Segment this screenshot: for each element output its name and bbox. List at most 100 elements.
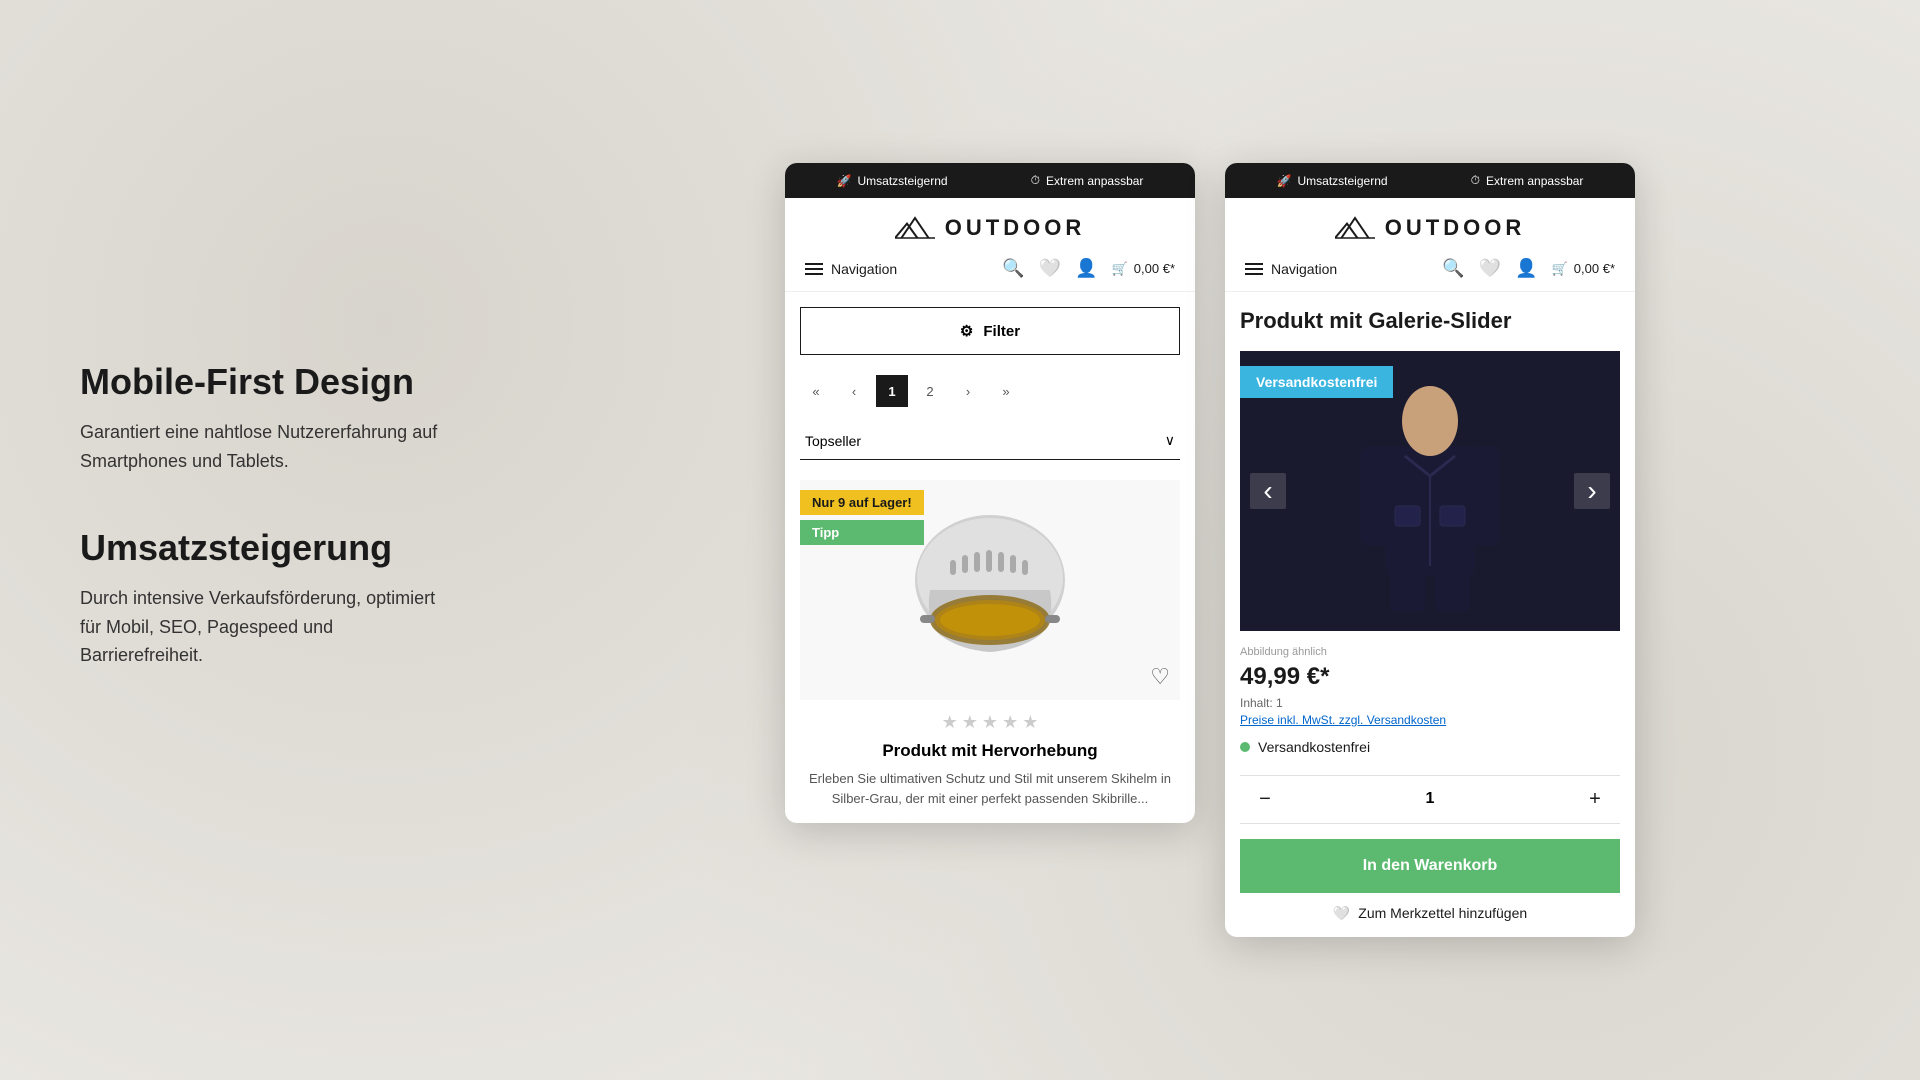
page-first[interactable]: « <box>800 375 832 407</box>
phone2-topbar-label1: Umsatzsteigernd <box>1298 174 1388 188</box>
cart-icon: 🛒 <box>1112 261 1128 277</box>
jacket-image <box>1340 366 1520 616</box>
wishlist-icon-2[interactable]: 🤍 <box>1479 258 1501 279</box>
hamburger-icon-2 <box>1245 263 1263 275</box>
topbar-item1: 🚀 Umsatzsteigernd <box>837 174 948 188</box>
product-desc: Erleben Sie ultimativen Schutz und Stil … <box>800 769 1180 808</box>
wishlist-icon[interactable]: 🤍 <box>1039 258 1061 279</box>
sort-label: Topseller <box>805 433 861 449</box>
left-content: Mobile-First Design Garantiert eine naht… <box>0 300 500 780</box>
product-stars: ★ ★ ★ ★ ★ <box>800 712 1180 733</box>
product-card-1: Nur 9 auf Lager! Tipp <box>800 480 1180 808</box>
phone2-body: Produkt mit Galerie-Slider Versandkosten… <box>1225 292 1635 937</box>
section-mobile-first: Mobile-First Design Garantiert eine naht… <box>80 360 440 476</box>
star-4: ★ <box>1002 712 1018 733</box>
star-2: ★ <box>962 712 978 733</box>
mountain-icon <box>895 213 935 243</box>
star-3: ★ <box>982 712 998 733</box>
badge-tipp: Tipp <box>800 520 924 545</box>
phone2-logo-text: OUTDOOR <box>1385 215 1525 241</box>
filter-icon: ⚙ <box>960 322 973 340</box>
cart-button-2[interactable]: 🛒 0,00 €* <box>1552 261 1615 277</box>
phone2-header: OUTDOOR Navigation 🔍 🤍 👤 🛒 0,00 €* <box>1225 198 1635 292</box>
phone1-nav-icons: 🔍 🤍 👤 🛒 0,00 €* <box>1002 258 1175 279</box>
qty-decrease[interactable]: − <box>1250 788 1280 811</box>
phone2-logo: OUTDOOR <box>1335 213 1525 243</box>
rocket-icon: 🚀 <box>837 174 852 188</box>
wishlist-heart-icon: 🤍 <box>1333 905 1350 922</box>
page-last[interactable]: » <box>990 375 1022 407</box>
phone1-nav-menu[interactable]: Navigation <box>805 261 897 277</box>
pagination: « ‹ 1 2 › » <box>800 375 1180 407</box>
phone2-mockup: 🚀 Umsatzsteigernd ⏱ Extrem anpassbar OUT… <box>1225 163 1635 937</box>
phone2-nav-label: Navigation <box>1271 261 1337 277</box>
page-1[interactable]: 1 <box>876 375 908 407</box>
phone1-nav-bar: Navigation 🔍 🤍 👤 🛒 0,00 €* <box>805 258 1175 291</box>
section2-title: Umsatzsteigerung <box>80 526 440 569</box>
phone2-topbar-label2: Extrem anpassbar <box>1486 174 1583 188</box>
filter-label: Filter <box>983 323 1020 340</box>
chevron-down-icon: ∨ <box>1165 432 1175 449</box>
product2-title: Produkt mit Galerie-Slider <box>1240 307 1620 336</box>
star-1: ★ <box>942 712 958 733</box>
phone1-logo-text: OUTDOOR <box>945 215 1085 241</box>
product-title: Produkt mit Hervorhebung <box>800 741 1180 761</box>
search-icon-2[interactable]: 🔍 <box>1442 258 1464 279</box>
section1-desc: Garantiert eine nahtlose Nutzererfahrung… <box>80 418 440 476</box>
add-to-cart-button[interactable]: In den Warenkorb <box>1240 839 1620 893</box>
search-icon[interactable]: 🔍 <box>1002 258 1024 279</box>
gallery-slider: Versandkostenfrei ‹ <box>1240 351 1620 631</box>
filter-bar[interactable]: ⚙ Filter <box>800 307 1180 355</box>
account-icon[interactable]: 👤 <box>1075 258 1097 279</box>
phones-container: 🚀 Umsatzsteigernd ⏱ Extrem anpassbar OUT… <box>500 143 1920 937</box>
topbar-item2: ⏱ Extrem anpassbar <box>1031 173 1144 188</box>
product2-price: 49,99 €* <box>1240 663 1620 691</box>
clock-icon: ⏱ <box>1031 173 1040 188</box>
mountain-icon-2 <box>1335 213 1375 243</box>
phone1-mockup: 🚀 Umsatzsteigernd ⏱ Extrem anpassbar OUT… <box>785 163 1195 823</box>
free-ship-row: Versandkostenfrei <box>1240 739 1620 755</box>
free-shipping-badge: Versandkostenfrei <box>1240 366 1393 398</box>
sort-dropdown[interactable]: Topseller ∨ <box>800 422 1180 460</box>
rocket-icon-2: 🚀 <box>1277 174 1292 188</box>
phone2-topbar-item1: 🚀 Umsatzsteigernd <box>1277 174 1388 188</box>
figure-note: Abbildung ähnlich <box>1240 646 1620 658</box>
qty-value: 1 <box>1426 790 1435 808</box>
phone1-topbar: 🚀 Umsatzsteigernd ⏱ Extrem anpassbar <box>785 163 1195 198</box>
phone1-body: ⚙ Filter « ‹ 1 2 › » Topseller ∨ Nur 9 a… <box>785 292 1195 823</box>
free-ship-dot <box>1240 742 1250 752</box>
tax-link[interactable]: Preise inkl. MwSt. zzgl. Versandkosten <box>1240 713 1620 727</box>
phone2-topbar: 🚀 Umsatzsteigernd ⏱ Extrem anpassbar <box>1225 163 1635 198</box>
section1-title: Mobile-First Design <box>80 360 440 403</box>
topbar-label2: Extrem anpassbar <box>1046 174 1143 188</box>
account-icon-2[interactable]: 👤 <box>1515 258 1537 279</box>
section2-desc: Durch intensive Verkaufsförderung, optim… <box>80 584 440 670</box>
phone2-nav-menu[interactable]: Navigation <box>1245 261 1337 277</box>
page-prev[interactable]: ‹ <box>838 375 870 407</box>
wishlist-link-label: Zum Merkzettel hinzufügen <box>1358 905 1527 921</box>
cart-amount-2: 0,00 €* <box>1574 261 1615 276</box>
quantity-row: − 1 + <box>1240 775 1620 824</box>
product-badges: Nur 9 auf Lager! Tipp <box>800 490 924 545</box>
qty-increase[interactable]: + <box>1580 788 1610 811</box>
phone2-nav-bar: Navigation 🔍 🤍 👤 🛒 0,00 €* <box>1245 258 1615 291</box>
slider-next[interactable]: › <box>1574 473 1610 509</box>
page-2[interactable]: 2 <box>914 375 946 407</box>
cart-icon-2: 🛒 <box>1552 261 1568 277</box>
page-next[interactable]: › <box>952 375 984 407</box>
topbar-label1: Umsatzsteigernd <box>858 174 948 188</box>
star-5: ★ <box>1022 712 1038 733</box>
wishlist-link[interactable]: 🤍 Zum Merkzettel hinzufügen <box>1240 905 1620 922</box>
slider-prev[interactable]: ‹ <box>1250 473 1286 509</box>
phone1-logo: OUTDOOR <box>895 213 1085 243</box>
phone2-topbar-item2: ⏱ Extrem anpassbar <box>1471 173 1584 188</box>
phone1-nav-label: Navigation <box>831 261 897 277</box>
section-umsatz: Umsatzsteigerung Durch intensive Verkauf… <box>80 526 440 671</box>
product-wishlist-btn[interactable]: ♡ <box>1150 664 1170 690</box>
clock-icon-2: ⏱ <box>1471 173 1480 188</box>
cart-button[interactable]: 🛒 0,00 €* <box>1112 261 1175 277</box>
badge-stock: Nur 9 auf Lager! <box>800 490 924 515</box>
cart-amount: 0,00 €* <box>1134 261 1175 276</box>
phone1-header: OUTDOOR Navigation 🔍 🤍 👤 🛒 0,00 €* <box>785 198 1195 292</box>
free-ship-label: Versandkostenfrei <box>1258 739 1370 755</box>
